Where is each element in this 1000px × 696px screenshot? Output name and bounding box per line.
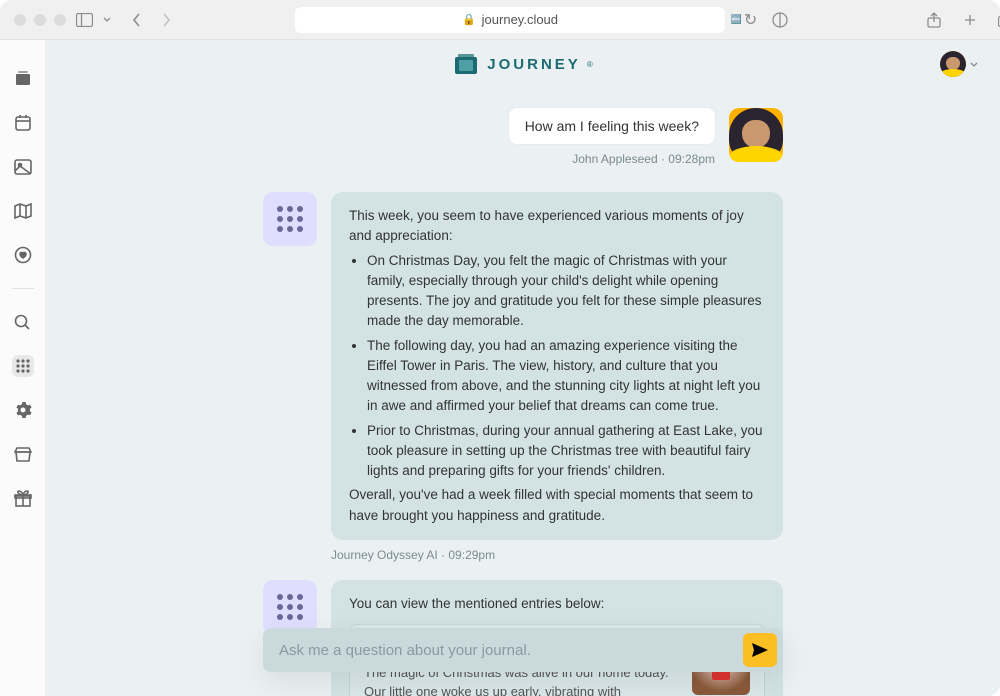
calendar-icon[interactable] [12, 112, 34, 134]
app-logo-text: JOURNEY [487, 56, 581, 73]
ai-outro: Overall, you've had a week filled with s… [349, 485, 765, 526]
ai-intro: This week, you seem to have experienced … [349, 206, 765, 247]
account-menu[interactable] [940, 51, 978, 77]
ai-bubble: This week, you seem to have experienced … [331, 192, 783, 540]
user-avatar [729, 108, 783, 162]
search-icon[interactable] [12, 311, 34, 333]
lock-icon: 🔒 [462, 13, 476, 26]
shield-icon[interactable] [771, 11, 789, 29]
url-text: journey.cloud [482, 12, 558, 27]
ai-avatar [263, 192, 317, 246]
browser-toolbar: 🔒 journey.cloud 🔤↻ [0, 0, 1000, 40]
stack-icon[interactable] [12, 68, 34, 90]
store-icon[interactable] [12, 443, 34, 465]
reader-icon[interactable]: 🔤↻ [735, 11, 753, 29]
map-icon[interactable] [12, 200, 34, 222]
new-tab-icon[interactable] [961, 11, 979, 29]
send-button[interactable] [743, 633, 777, 667]
back-icon[interactable] [127, 11, 145, 29]
chevron-down-icon [970, 62, 978, 67]
ai-message-row: This week, you seem to have experienced … [263, 192, 783, 540]
app-logo[interactable]: JOURNEY® [453, 52, 592, 76]
heart-icon[interactable] [12, 244, 34, 266]
share-icon[interactable] [925, 11, 943, 29]
composer [263, 628, 783, 672]
gear-icon[interactable] [12, 399, 34, 421]
expand-icon[interactable] [54, 14, 66, 26]
window-controls[interactable] [14, 14, 66, 26]
user-bubble: How am I feeling this week? [509, 108, 715, 144]
entries-intro: You can view the mentioned entries below… [349, 594, 765, 614]
sidebar-toggle-icon[interactable] [76, 11, 93, 29]
minimize-icon[interactable] [34, 14, 46, 26]
chevron-down-icon[interactable] [103, 11, 111, 29]
gift-icon[interactable] [12, 487, 34, 509]
grid-icon[interactable] [12, 355, 34, 377]
main-panel: JOURNEY® How am I feeling this week? Joh… [46, 40, 1000, 696]
composer-input[interactable] [279, 642, 743, 659]
user-meta: John Appleseed · 09:28pm [572, 152, 715, 166]
avatar [940, 51, 966, 77]
image-icon[interactable] [12, 156, 34, 178]
journey-logo-icon [453, 52, 479, 76]
ai-avatar [263, 580, 317, 634]
close-icon[interactable] [14, 14, 26, 26]
forward-icon[interactable] [157, 11, 175, 29]
app-sidebar [0, 40, 46, 696]
ai-point: On Christmas Day, you felt the magic of … [367, 251, 765, 332]
ai-point: Prior to Christmas, during your annual g… [367, 421, 765, 482]
ai-point: The following day, you had an amazing ex… [367, 336, 765, 417]
app-header: JOURNEY® [46, 40, 1000, 88]
user-message-row: How am I feeling this week? John Applese… [263, 108, 783, 166]
send-icon [752, 643, 768, 657]
chat-scroll[interactable]: How am I feeling this week? John Applese… [46, 88, 1000, 696]
ai-meta: Journey Odyssey AI · 09:29pm [331, 548, 783, 562]
address-bar[interactable]: 🔒 journey.cloud [295, 7, 725, 33]
